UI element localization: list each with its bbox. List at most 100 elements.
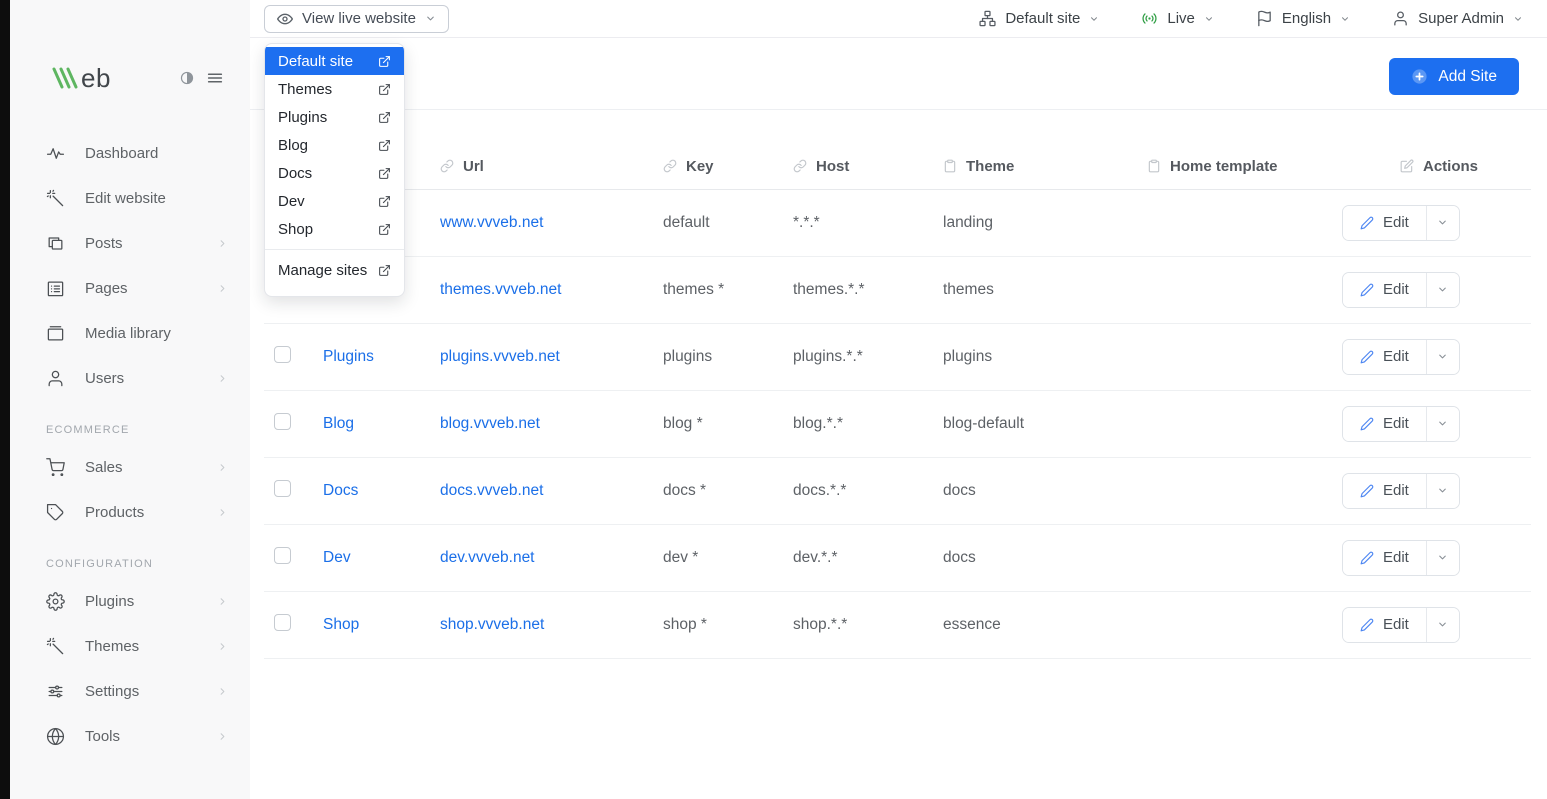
site-url-link[interactable]: blog.vvveb.net	[440, 415, 540, 432]
topbar-menu-english[interactable]: English	[1256, 10, 1350, 27]
table-header-row: Url Key Host Theme Home template Actions	[264, 145, 1531, 189]
edit-dropdown-toggle[interactable]	[1426, 541, 1459, 575]
live-menu-item-docs[interactable]: Docs	[265, 159, 404, 187]
edit-button[interactable]: Edit	[1343, 407, 1426, 441]
chevron-right-icon	[217, 731, 228, 742]
edit-button[interactable]: Edit	[1343, 340, 1426, 374]
edit-dropdown-toggle[interactable]	[1426, 273, 1459, 307]
edit-dropdown-toggle[interactable]	[1426, 340, 1459, 374]
globe-icon	[46, 727, 65, 746]
site-name-link[interactable]: Plugins	[323, 348, 374, 365]
row-checkbox[interactable]	[274, 547, 291, 564]
sidebar-item-plugins[interactable]: Plugins	[10, 579, 250, 624]
sidebar-item-settings[interactable]: Settings	[10, 669, 250, 714]
edit-dropdown-toggle[interactable]	[1426, 608, 1459, 642]
site-key: dev *	[655, 524, 785, 591]
chevron-down-icon	[1437, 552, 1448, 563]
live-menu-item-default-site[interactable]: Default site	[265, 47, 404, 75]
edit-dropdown-toggle[interactable]	[1426, 206, 1459, 240]
edit-dropdown-toggle[interactable]	[1426, 407, 1459, 441]
edit-button[interactable]: Edit	[1343, 273, 1426, 307]
sidebar-item-posts[interactable]: Posts	[10, 221, 250, 266]
sidebar-item-sales[interactable]: Sales	[10, 445, 250, 490]
row-checkbox[interactable]	[274, 346, 291, 363]
edit-dropdown-toggle[interactable]	[1426, 474, 1459, 508]
column-header-url: Url	[430, 145, 655, 189]
edit-button[interactable]: Edit	[1343, 608, 1426, 642]
row-checkbox[interactable]	[274, 480, 291, 497]
contrast-icon[interactable]	[180, 71, 194, 85]
row-checkbox[interactable]	[274, 614, 291, 631]
link-icon	[793, 159, 807, 173]
topbar-menu-super-admin[interactable]: Super Admin	[1392, 10, 1523, 27]
chevron-down-icon	[1204, 14, 1214, 24]
clipboard-icon	[943, 159, 957, 173]
chevron-down-icon	[425, 13, 436, 24]
pencil-icon	[1360, 417, 1374, 431]
edit-button[interactable]: Edit	[1343, 474, 1426, 508]
site-key: shop *	[655, 591, 785, 658]
site-host: docs.*.*	[785, 457, 935, 524]
sidebar-item-users[interactable]: Users	[10, 356, 250, 401]
live-menu-item-blog[interactable]: Blog	[265, 131, 404, 159]
sidebar-item-pages[interactable]: Pages	[10, 266, 250, 311]
sidebar-item-tools[interactable]: Tools	[10, 714, 250, 759]
main-content: Add Site Url Key Host Theme Home templat…	[250, 39, 1547, 799]
site-name-link[interactable]: Docs	[323, 482, 358, 499]
site-key: default	[655, 189, 785, 256]
view-live-dropdown-menu: Default site Themes Plugins Blog Docs De…	[264, 43, 405, 297]
live-menu-item-manage-sites[interactable]: Manage sites	[265, 249, 404, 287]
sidebar-item-themes[interactable]: Themes	[10, 624, 250, 669]
sidebar-item-dashboard[interactable]: Dashboard	[10, 131, 250, 176]
add-site-button[interactable]: Add Site	[1389, 58, 1519, 95]
row-actions: Edit	[1342, 205, 1460, 241]
eye-icon	[277, 11, 293, 27]
site-url-link[interactable]: themes.vvveb.net	[440, 281, 561, 298]
topbar-menu-default-site[interactable]: Default site	[979, 10, 1099, 27]
site-theme: themes	[935, 256, 1135, 323]
chevron-down-icon	[1513, 14, 1523, 24]
chevron-down-icon	[1437, 485, 1448, 496]
external-link-icon	[378, 83, 391, 96]
chevron-down-icon	[1437, 418, 1448, 429]
edit-button[interactable]: Edit	[1343, 541, 1426, 575]
external-link-icon	[378, 195, 391, 208]
site-url-link[interactable]: www.vvveb.net	[440, 214, 543, 231]
site-home-template	[1135, 524, 1330, 591]
live-menu-item-dev[interactable]: Dev	[265, 187, 404, 215]
logo-text: eb	[81, 63, 111, 94]
external-link-icon	[378, 167, 391, 180]
site-home-template	[1135, 189, 1330, 256]
logo-slashes-icon	[50, 64, 80, 92]
hamburger-icon[interactable]	[206, 69, 224, 87]
row-actions: Edit	[1342, 272, 1460, 308]
site-name-link[interactable]: Dev	[323, 549, 351, 566]
row-checkbox[interactable]	[274, 413, 291, 430]
site-key: docs *	[655, 457, 785, 524]
sidebar-item-media-library[interactable]: Media library	[10, 311, 250, 356]
site-url-link[interactable]: docs.vvveb.net	[440, 482, 543, 499]
live-menu-item-themes[interactable]: Themes	[265, 75, 404, 103]
site-url-link[interactable]: dev.vvveb.net	[440, 549, 535, 566]
vvveb-logo[interactable]: eb	[50, 63, 111, 94]
site-url-link[interactable]: plugins.vvveb.net	[440, 348, 560, 365]
table-row: www.vvveb.net default *.*.* landing Edit	[264, 189, 1531, 256]
site-name-link[interactable]: Shop	[323, 616, 359, 633]
sidebar-item-products[interactable]: Products	[10, 490, 250, 535]
edit-button[interactable]: Edit	[1343, 206, 1426, 240]
topbar-menu-live[interactable]: Live	[1141, 10, 1214, 27]
sidebar-item-edit-website[interactable]: Edit website	[10, 176, 250, 221]
view-live-website-button[interactable]: View live website	[264, 5, 449, 33]
site-url-link[interactable]: shop.vvveb.net	[440, 616, 544, 633]
live-menu-item-plugins[interactable]: Plugins	[265, 103, 404, 131]
site-name-link[interactable]: Blog	[323, 415, 354, 432]
chevron-down-icon	[1437, 619, 1448, 630]
chevron-right-icon	[217, 596, 228, 607]
sidebar: eb Dashboard Edit website Posts	[10, 0, 250, 799]
external-link-icon	[378, 111, 391, 124]
live-menu-item-shop[interactable]: Shop	[265, 215, 404, 243]
column-header-home-template: Home template	[1135, 145, 1330, 189]
sitemap-icon	[979, 10, 996, 27]
broadcast-icon	[1141, 10, 1158, 27]
pencil-icon	[1360, 216, 1374, 230]
